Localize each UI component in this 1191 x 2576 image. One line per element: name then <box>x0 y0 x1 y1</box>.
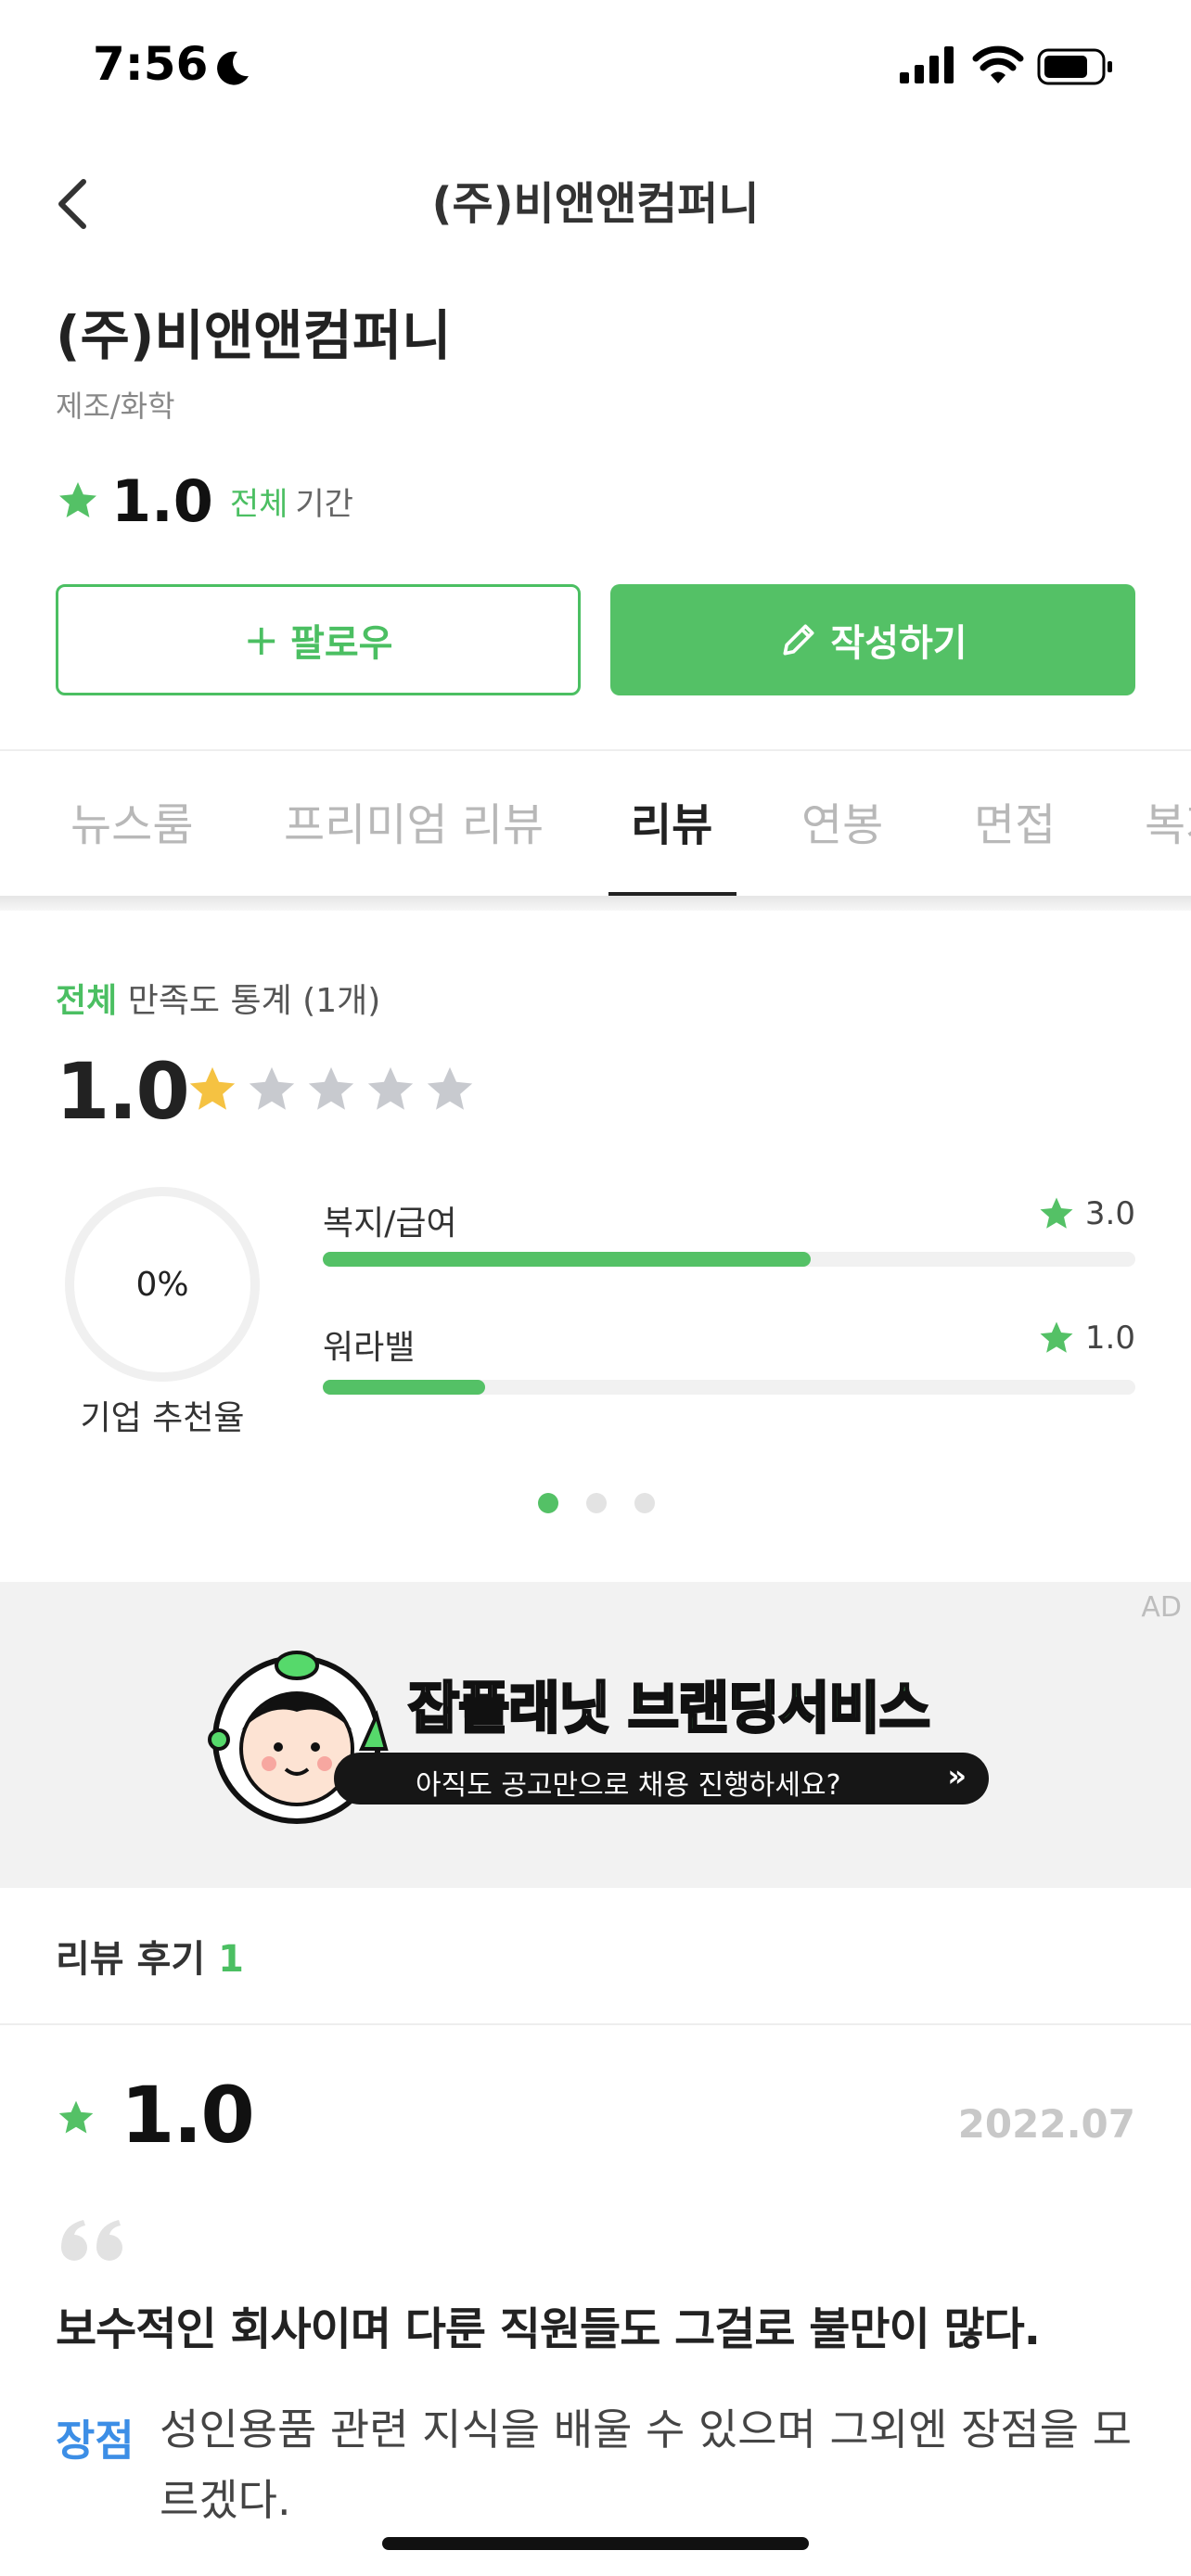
ad-tag: AD <box>1141 1591 1182 1624</box>
status-time: 7:56 <box>93 37 209 91</box>
bar-score-worklife: 1.0 <box>1037 1319 1135 1358</box>
review-section-header: 리뷰 후기 1 <box>56 1929 244 1983</box>
write-review-button[interactable]: 작성하기 <box>610 584 1135 695</box>
quote-icon <box>61 2220 122 2261</box>
back-chevron-icon[interactable] <box>52 176 93 232</box>
bar-score-value: 1.0 <box>1084 1320 1135 1357</box>
review-count: 1 <box>218 1938 244 1981</box>
ad-headline: 잡플래닛 브랜딩서비스 <box>407 1664 932 1744</box>
review-score: 1.0 <box>121 2070 255 2161</box>
follow-button[interactable]: + 팔로우 <box>56 584 581 695</box>
stats-score: 1.0 <box>56 1046 190 1137</box>
company-rating-row: 1.0 전체 기간 <box>56 466 353 535</box>
period-label: 기간 <box>295 485 353 523</box>
tab-premium-review[interactable]: 프리미엄 리뷰 <box>284 788 544 853</box>
divider <box>0 2023 1191 2025</box>
tab-interview[interactable]: 면접 <box>974 788 1056 853</box>
review-header-label: 리뷰 후기 <box>56 1938 206 1981</box>
tabs-shadow <box>0 896 1191 911</box>
pager-dot[interactable] <box>538 1493 558 1513</box>
star-empty-icon <box>308 1066 354 1110</box>
ad-cta-pill: 아직도 공고만으로 채용 진행하세요? » <box>334 1753 989 1804</box>
status-bar: 7:56 <box>0 0 1191 139</box>
bar-score-welfare: 3.0 <box>1037 1194 1135 1233</box>
pager-dot[interactable] <box>586 1493 607 1513</box>
star-empty-icon <box>427 1066 473 1110</box>
stats-title: 전체 만족도 통계 (1개) <box>56 974 380 1022</box>
star-icon <box>59 482 96 517</box>
star-empty-icon <box>249 1066 295 1110</box>
write-label: 작성하기 <box>830 622 967 665</box>
stats-pager <box>538 1493 683 1513</box>
home-indicator <box>382 2537 809 2550</box>
review-summary: 보수적인 회사이며 다룬 직원들도 그걸로 불만이 많다. <box>56 2303 1041 2355</box>
company-category: 제조/화학 <box>56 389 175 424</box>
follow-label: 팔로우 <box>290 622 393 665</box>
tab-bar: 뉴스룸 프리미엄 리뷰 리뷰 연봉 면접 복지 <box>0 751 1191 898</box>
pager-dot[interactable] <box>634 1493 655 1513</box>
bar-fill-welfare <box>323 1252 811 1267</box>
bar-track-welfare <box>323 1252 1135 1267</box>
page-title: (주)비앤앤컴퍼니 <box>431 178 760 230</box>
signal-icon <box>900 46 954 83</box>
tab-newsroom[interactable]: 뉴스룸 <box>70 788 193 853</box>
recommend-rate: 0% <box>135 1265 189 1304</box>
double-chevron-icon: » <box>947 1758 967 1793</box>
pencil-icon <box>783 624 814 656</box>
star-empty-icon <box>367 1066 414 1110</box>
company-rating-value: 1.0 <box>111 466 213 535</box>
tab-review[interactable]: 리뷰 <box>631 788 712 853</box>
period-filter-link[interactable]: 전체 <box>230 478 288 524</box>
bar-fill-worklife <box>323 1380 486 1395</box>
star-icon <box>58 2100 94 2134</box>
tab-salary[interactable]: 연봉 <box>801 788 883 853</box>
ad-headline-part1: 잡플래닛 <box>407 1676 612 1743</box>
star-filled-icon <box>189 1066 236 1110</box>
company-name: (주)비앤앤컴퍼니 <box>56 304 452 367</box>
star-icon <box>1040 1197 1073 1229</box>
pros-label: 장점 <box>56 2416 134 2466</box>
ad-subtext: 아직도 공고만으로 채용 진행하세요? <box>416 1769 841 1802</box>
pros-text: 성인용품 관련 지식을 배울 수 있으며 그외엔 장점을 모르겠다. <box>160 2404 1133 2525</box>
bar-label-worklife: 워라밸 <box>323 1329 416 1367</box>
star-rating <box>186 1063 482 1116</box>
review-date: 2022.07 <box>957 2101 1135 2147</box>
ad-headline-part2: 브랜딩서비스 <box>626 1676 931 1743</box>
battery-icon <box>1037 48 1112 85</box>
bar-score-value: 3.0 <box>1084 1195 1135 1232</box>
plus-icon: + <box>243 615 280 665</box>
star-icon <box>1040 1321 1073 1353</box>
bar-label-welfare: 복지/급여 <box>323 1205 457 1243</box>
stats-title-rest: 만족도 통계 (1개) <box>117 982 381 1020</box>
moon-icon <box>217 51 249 85</box>
recommend-ring: 0% <box>65 1187 260 1382</box>
stats-title-accent: 전체 <box>56 982 118 1020</box>
ad-banner[interactable]: AD 잡플래닛 브랜딩서비스 아직도 공고만으로 채용 진행하세요? » <box>0 1582 1191 1888</box>
tab-benefits[interactable]: 복지 <box>1145 788 1191 853</box>
bar-track-worklife <box>323 1380 1135 1395</box>
recommend-label: 기업 추천율 <box>80 1399 245 1437</box>
wifi-icon <box>972 45 1024 83</box>
